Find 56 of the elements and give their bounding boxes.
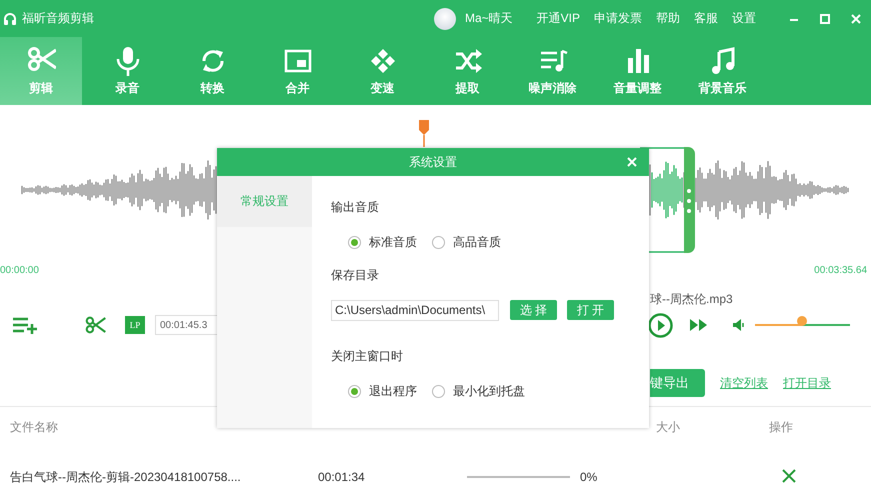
link[interactable]: 打开目录 xyxy=(783,374,831,392)
radio-button[interactable] xyxy=(432,384,445,398)
radio-button[interactable] xyxy=(348,236,361,248)
dialog-title: 系统设置 xyxy=(409,154,457,170)
volume-icon[interactable] xyxy=(732,318,746,332)
export-button[interactable]: 键导出 xyxy=(650,369,705,397)
maximize-icon[interactable] xyxy=(818,12,832,26)
column-header: 操作 xyxy=(768,418,794,436)
close-icon[interactable] xyxy=(849,12,863,26)
tool-tab[interactable]: 剪辑 xyxy=(0,37,82,105)
duration-cell-text: 00:01:34 xyxy=(317,470,366,484)
tool-tab[interactable]: 提取 xyxy=(425,37,510,105)
close-icon[interactable] xyxy=(781,468,797,484)
radio-option[interactable]: 最小化到托盘 xyxy=(432,382,525,400)
file-cell-text: 告白气球--周杰伦-剪辑-20230418100758.... xyxy=(9,468,242,486)
tool-tab[interactable]: 录音 xyxy=(85,37,170,105)
folder-button[interactable]: 选 择 xyxy=(510,300,557,320)
fast-forward-icon[interactable] xyxy=(689,318,709,332)
menu-link[interactable]: 申请发票 xyxy=(594,10,642,27)
tool-tab[interactable]: 变速 xyxy=(340,37,425,105)
headphones-icon xyxy=(3,12,17,26)
setting-label: 关闭主窗口时 xyxy=(331,348,404,364)
setting-label: 保存目录 xyxy=(331,266,380,284)
tool-tab[interactable]: 转换 xyxy=(170,37,255,105)
column-header: 大小 xyxy=(655,418,681,436)
link[interactable]: 清空列表 xyxy=(720,374,768,392)
menu-link[interactable]: 客服 xyxy=(694,10,718,27)
tool-tab[interactable]: 背景音乐 xyxy=(680,37,765,105)
loop-badge[interactable]: LP xyxy=(125,316,145,334)
add-list-icon[interactable] xyxy=(13,316,39,334)
user-name[interactable]: Ma~晴天 xyxy=(464,10,513,27)
progress-percent: 0% xyxy=(580,470,598,484)
tool-tab[interactable]: 音量调整 xyxy=(595,37,680,105)
start-time: 00:00:00 xyxy=(0,264,39,276)
menu-link[interactable]: 帮助 xyxy=(656,10,680,27)
radio-button[interactable] xyxy=(432,236,445,248)
file-name: 球--周杰伦.mp3 xyxy=(650,292,733,306)
radio-button[interactable] xyxy=(348,384,361,398)
column-header: 文件名称 xyxy=(9,418,59,436)
tool-tab[interactable]: 噪声消除 xyxy=(510,37,595,105)
radio-option[interactable]: 退出程序 xyxy=(348,382,417,400)
folder-button[interactable]: 打 开 xyxy=(567,300,614,320)
setting-label: 输出音质 xyxy=(331,198,380,216)
radio-option[interactable]: 高品音质 xyxy=(432,234,501,250)
radio-option[interactable]: 标准音质 xyxy=(348,234,417,250)
menu-link[interactable]: 设置 xyxy=(732,10,756,27)
app-title: 福昕音频剪辑 xyxy=(22,10,94,27)
play-icon[interactable] xyxy=(648,312,673,338)
menu-link[interactable]: 开通VIP xyxy=(536,10,580,27)
end-time: 00:03:35.64 xyxy=(814,264,867,276)
tool-tab[interactable]: 合并 xyxy=(255,37,340,105)
scissors-icon[interactable] xyxy=(85,315,106,335)
settings-nav-item[interactable]: 常规设置 xyxy=(217,176,312,227)
user-avatar[interactable] xyxy=(434,8,456,30)
folder-path-field[interactable]: C:\Users\admin\Documents\ xyxy=(331,300,499,320)
playhead-marker[interactable] xyxy=(419,120,429,147)
